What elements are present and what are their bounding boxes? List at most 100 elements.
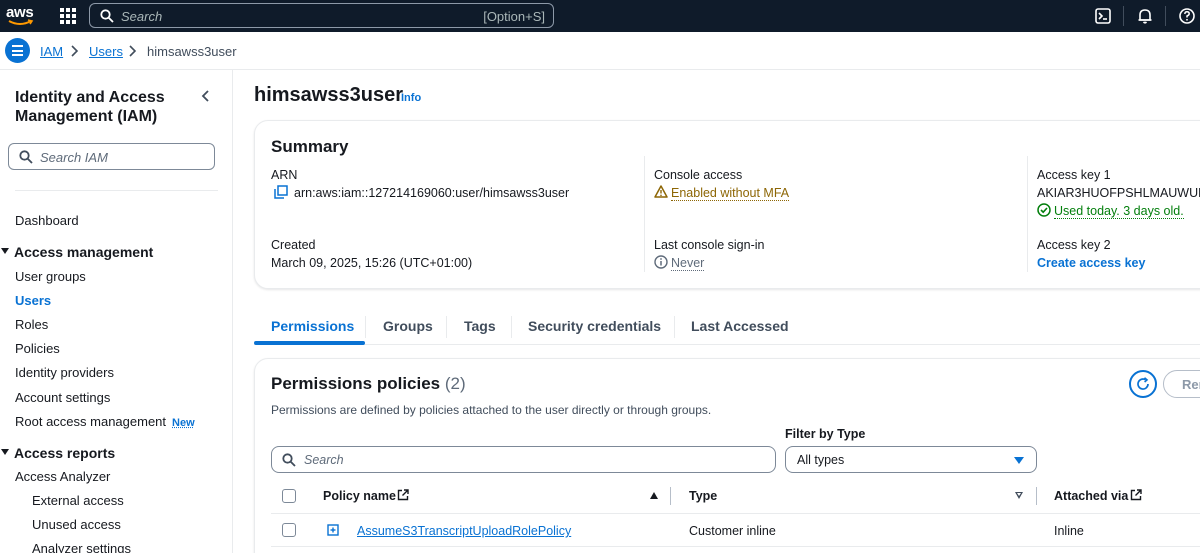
remove-button[interactable]: Rem xyxy=(1163,370,1200,398)
policy-name-link[interactable]: AssumeS3TranscriptUploadRolePolicy xyxy=(357,524,571,538)
filter-selected-value: All types xyxy=(797,453,844,467)
console-access-label: Console access xyxy=(654,168,742,182)
table-header-divider xyxy=(271,513,1200,514)
sidebar-item-analyzer-settings[interactable]: Analyzer settings xyxy=(32,541,131,553)
column-divider xyxy=(1036,487,1037,505)
top-navigation-bar: aws Search [Option+S] xyxy=(0,0,1200,32)
policy-type: Customer inline xyxy=(689,524,776,538)
row-checkbox[interactable] xyxy=(282,523,296,537)
tab-last-accessed[interactable]: Last Accessed xyxy=(691,318,789,334)
breadcrumb-users[interactable]: Users xyxy=(89,44,123,59)
access-key-1-label: Access key 1 xyxy=(1037,168,1111,182)
breadcrumb-bar: IAM Users himsawss3user xyxy=(0,32,1200,70)
refresh-button[interactable] xyxy=(1129,370,1157,398)
search-icon xyxy=(100,9,114,23)
global-search-input[interactable]: Search [Option+S] xyxy=(89,3,554,28)
column-header-attached-via[interactable]: Attached via xyxy=(1054,489,1128,503)
created-label: Created xyxy=(271,238,315,252)
page-title: himsawss3user xyxy=(254,84,403,107)
sidebar: Identity and Access Management (IAM) Sea… xyxy=(0,70,233,553)
arn-value: arn:aws:iam::127214169060:user/himsawss3… xyxy=(294,186,569,200)
info-link[interactable]: Info xyxy=(401,92,421,104)
tab-divider xyxy=(446,316,447,338)
sidebar-divider xyxy=(15,190,218,191)
sidebar-item-user-groups[interactable]: User groups xyxy=(15,269,86,284)
external-link-icon xyxy=(397,489,409,501)
chevron-right-icon xyxy=(127,45,137,57)
create-access-key-link[interactable]: Create access key xyxy=(1037,256,1145,270)
sidebar-item-roles[interactable]: Roles xyxy=(15,317,48,332)
expand-row-icon[interactable] xyxy=(327,524,339,536)
filter-by-type-label: Filter by Type xyxy=(785,427,865,441)
collapse-sidebar-icon[interactable] xyxy=(200,89,212,103)
permissions-policies-title: Permissions policies (2) xyxy=(271,374,466,394)
notifications-bell-icon[interactable] xyxy=(1136,7,1154,25)
tab-tags[interactable]: Tags xyxy=(464,318,496,334)
sidebar-section-access-reports[interactable]: Access reports xyxy=(14,445,115,461)
global-search-placeholder: Search xyxy=(121,9,162,24)
navigation-menu-button[interactable] xyxy=(5,38,30,63)
arn-label: ARN xyxy=(271,168,297,182)
info-circle-icon xyxy=(654,255,668,269)
new-badge: New xyxy=(172,417,195,429)
sidebar-item-account-settings[interactable]: Account settings xyxy=(15,390,110,405)
policy-search-placeholder: Search xyxy=(304,453,344,467)
sidebar-item-label: Root access management xyxy=(15,414,166,429)
last-signin-label: Last console sign-in xyxy=(654,238,764,252)
sidebar-item-identity-providers[interactable]: Identity providers xyxy=(15,365,114,380)
permissions-policies-heading: Permissions policies xyxy=(271,374,440,393)
last-signin-value[interactable]: Never xyxy=(671,256,704,271)
services-grid-icon[interactable] xyxy=(60,8,76,24)
filter-by-type-select[interactable]: All types xyxy=(785,446,1037,473)
column-divider xyxy=(644,156,645,272)
breadcrumb-current: himsawss3user xyxy=(147,44,237,59)
refresh-icon xyxy=(1136,377,1150,391)
sidebar-search-input[interactable]: Search IAM xyxy=(8,143,215,170)
help-icon[interactable] xyxy=(1178,7,1196,25)
policy-search-input[interactable]: Search xyxy=(271,446,776,473)
caret-down-icon xyxy=(1014,457,1024,464)
remove-button-label: Rem xyxy=(1182,377,1200,392)
active-tab-indicator xyxy=(254,341,365,345)
sidebar-item-unused-access[interactable]: Unused access xyxy=(32,517,121,532)
tab-security-credentials[interactable]: Security credentials xyxy=(528,318,661,334)
select-all-checkbox[interactable] xyxy=(282,489,296,503)
sidebar-item-external-access[interactable]: External access xyxy=(32,493,124,508)
summary-title: Summary xyxy=(271,137,348,157)
sort-ascending-icon[interactable] xyxy=(650,492,658,499)
policy-count: (2) xyxy=(445,374,466,393)
warning-icon xyxy=(654,185,668,198)
sidebar-item-policies[interactable]: Policies xyxy=(15,341,60,356)
sidebar-section-access-management[interactable]: Access management xyxy=(14,244,153,260)
tab-divider xyxy=(511,316,512,338)
external-link-icon xyxy=(1130,489,1142,501)
sidebar-item-root-access-management[interactable]: Root access management New xyxy=(15,414,195,429)
success-check-icon xyxy=(1037,203,1051,217)
aws-logo[interactable]: aws xyxy=(6,4,36,28)
search-icon xyxy=(282,453,296,467)
cloudshell-icon[interactable] xyxy=(1094,7,1112,25)
column-header-policy-name[interactable]: Policy name xyxy=(323,489,396,503)
tab-permissions[interactable]: Permissions xyxy=(271,318,354,334)
column-header-type[interactable]: Type xyxy=(689,489,717,503)
expand-caret-icon[interactable] xyxy=(1,449,9,455)
topbar-divider xyxy=(1165,6,1166,26)
search-shortcut-hint: [Option+S] xyxy=(483,9,545,24)
breadcrumb-iam[interactable]: IAM xyxy=(40,44,63,59)
expand-caret-icon[interactable] xyxy=(1,248,9,254)
tab-divider xyxy=(365,316,366,338)
tab-bar: Permissions Groups Tags Security credent… xyxy=(254,308,1200,345)
table-row-divider xyxy=(271,546,1200,547)
column-divider xyxy=(670,487,671,505)
tab-groups[interactable]: Groups xyxy=(383,318,433,334)
topbar-divider xyxy=(1123,6,1124,26)
sidebar-item-users[interactable]: Users xyxy=(15,293,51,308)
console-access-status[interactable]: Enabled without MFA xyxy=(671,186,789,201)
copy-icon[interactable] xyxy=(274,185,288,199)
sidebar-item-dashboard[interactable]: Dashboard xyxy=(15,213,79,228)
column-divider xyxy=(1027,156,1028,272)
sidebar-search-placeholder: Search IAM xyxy=(40,150,108,165)
sidebar-item-access-analyzer[interactable]: Access Analyzer xyxy=(15,469,110,484)
sidebar-title: Identity and Access Management (IAM) xyxy=(15,88,185,126)
access-key-1-status[interactable]: Used today. 3 days old. xyxy=(1054,204,1184,219)
